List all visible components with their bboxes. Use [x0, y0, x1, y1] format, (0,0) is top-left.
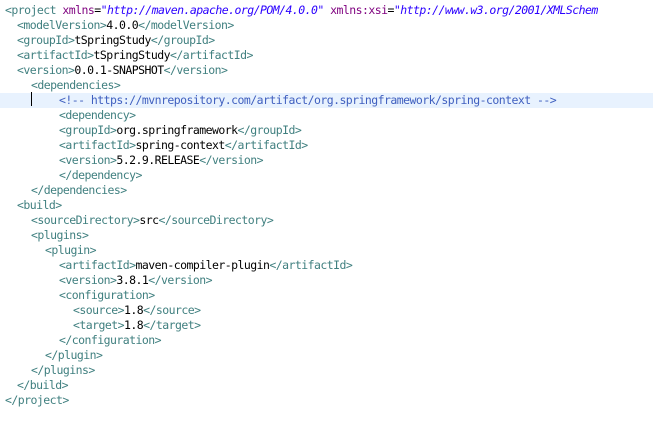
code-token-txt: 0.0.1-SNAPSHOT — [74, 63, 164, 77]
code-line-content: </project> — [5, 393, 69, 408]
code-token-cmt: <!-- https://mvnrepository.com/artifact/… — [59, 93, 557, 107]
code-token-tag: </artifactId> — [269, 258, 353, 272]
code-line-content: <target>1.8</target> — [73, 318, 201, 333]
code-token-tag: </dependency> — [59, 168, 142, 182]
code-token-txt: 3.8.1 — [116, 273, 149, 287]
code-line-content: <artifactId>spring-context</artifactId> — [59, 138, 308, 153]
code-token-tag: <configuration> — [59, 288, 155, 302]
code-line-content: <version>0.0.1-SNAPSHOT</version> — [17, 63, 228, 78]
text-caret — [31, 92, 32, 106]
code-token-tag: <dependency> — [59, 108, 136, 122]
code-line-content: <configuration> — [59, 288, 155, 303]
code-token-tag: <version> — [59, 273, 117, 287]
code-token-txt: tSpringStudy — [93, 48, 170, 62]
code-token-tag: </dependencies> — [31, 183, 127, 197]
code-token-tag: </plugin> — [45, 348, 103, 362]
code-line-content: <dependency> — [59, 108, 136, 123]
code-token-tag: </plugins> — [31, 363, 95, 377]
code-token-txt: 1.8 — [124, 303, 144, 317]
code-token-tag: </target> — [143, 318, 201, 332]
code-token-tag: </version> — [199, 153, 263, 167]
code-line-content: </build> — [17, 378, 69, 393]
code-line-content: <plugin> — [45, 243, 97, 258]
code-token-attr: xmlns — [62, 3, 95, 17]
code-line-content: <groupId>org.springframework</groupId> — [59, 123, 302, 138]
code-token-tag: <modelVersion> — [17, 18, 107, 32]
code-token-txt: spring-context — [135, 138, 225, 152]
xml-source-editor[interactable]: <project xmlns="http://maven.apache.org/… — [0, 0, 653, 436]
code-token-tag: <dependencies> — [31, 78, 121, 92]
code-token-txt: 5.2.9.RELEASE — [116, 153, 200, 167]
code-token-tag: </version> — [163, 63, 228, 77]
code-token-tag: <source> — [73, 303, 125, 317]
code-token-txt: 4.0.0 — [106, 18, 139, 32]
code-token-val: "http://www.w3.org/2001/XMLSchem — [393, 3, 599, 17]
code-line-content: <artifactId>maven-compiler-plugin</artif… — [59, 258, 353, 273]
code-token-tag: </artifactId> — [169, 48, 253, 62]
code-token-tag: <project — [5, 3, 63, 17]
code-token-txt: maven-compiler-plugin — [135, 258, 270, 272]
code-line-content: <groupId>tSpringStudy</groupId> — [17, 33, 215, 48]
code-line-content: </plugins> — [31, 363, 95, 378]
code-token-attr: xmlns:xsi — [330, 3, 388, 17]
code-token-tag: <plugins> — [31, 228, 89, 242]
code-line-content: <version>5.2.9.RELEASE</version> — [59, 153, 264, 168]
code-token-tag: <artifactId> — [17, 48, 94, 62]
code-token-tag: </artifactId> — [224, 138, 308, 152]
code-line-content: </plugin> — [45, 348, 103, 363]
code-line-content: <!-- https://mvnrepository.com/artifact/… — [59, 93, 557, 108]
code-token-tag: </project> — [5, 393, 69, 407]
code-line-content: </dependency> — [59, 168, 142, 183]
code-token-txt: org.springframework — [116, 123, 238, 137]
code-line-content: <modelVersion>4.0.0</modelVersion> — [17, 18, 234, 33]
code-token-tag: </modelVersion> — [138, 18, 234, 32]
code-token-tag: <build> — [17, 198, 62, 212]
code-token-tag: <version> — [17, 63, 75, 77]
code-line-content: </configuration> — [59, 333, 162, 348]
code-token-tag: </groupId> — [150, 33, 215, 47]
code-token-tag: <sourceDirectory> — [31, 213, 140, 227]
code-token-tag: <plugin> — [45, 243, 97, 257]
code-line-content: <dependencies> — [31, 78, 121, 93]
code-token-tag: <artifactId> — [59, 138, 136, 152]
code-line-content: <project xmlns="http://maven.apache.org/… — [5, 3, 598, 18]
code-token-tag: <version> — [59, 153, 117, 167]
code-line-content: <build> — [17, 198, 62, 213]
code-token-tag: <groupId> — [17, 33, 75, 47]
code-line-content: <source>1.8</source> — [73, 303, 201, 318]
code-token-tag: </configuration> — [59, 333, 162, 347]
code-token-txt: tSpringStudy — [74, 33, 151, 47]
code-token-val: "http://maven.apache.org/POM/4.0.0" — [100, 3, 325, 17]
code-line-content: <version>3.8.1</version> — [59, 273, 213, 288]
code-token-txt: 1.8 — [124, 318, 144, 332]
code-line-content: <artifactId>tSpringStudy</artifactId> — [17, 48, 253, 63]
code-line-content: <sourceDirectory>src</sourceDirectory> — [31, 213, 274, 228]
code-token-tag: </sourceDirectory> — [158, 213, 274, 227]
code-token-txt: src — [139, 213, 159, 227]
code-token-tag: </groupId> — [237, 123, 302, 137]
code-line-content: <plugins> — [31, 228, 89, 243]
code-token-tag: </source> — [143, 303, 201, 317]
code-line-content: </dependencies> — [31, 183, 127, 198]
code-token-tag: </build> — [17, 378, 69, 392]
code-token-tag: <artifactId> — [59, 258, 136, 272]
code-token-tag: </version> — [148, 273, 212, 287]
code-token-tag: <target> — [73, 318, 125, 332]
code-line-current[interactable]: <!-- https://mvnrepository.com/artifact/… — [0, 93, 653, 108]
code-token-tag: <groupId> — [59, 123, 117, 137]
